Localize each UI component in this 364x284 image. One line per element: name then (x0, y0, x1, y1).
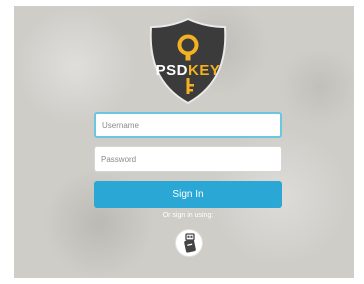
key-shield-icon (149, 17, 227, 105)
username-input[interactable] (94, 112, 282, 138)
password-input[interactable] (94, 146, 282, 172)
psdkey-logo: PSDKEY (147, 17, 229, 105)
sign-in-button[interactable]: Sign In (94, 181, 282, 208)
usb-key-login-button[interactable] (175, 229, 203, 257)
alternate-signin-text: Or sign in using: (162, 212, 214, 219)
usb-key-icon (184, 233, 196, 253)
logo-wordmark: PSDKEY (155, 62, 221, 79)
